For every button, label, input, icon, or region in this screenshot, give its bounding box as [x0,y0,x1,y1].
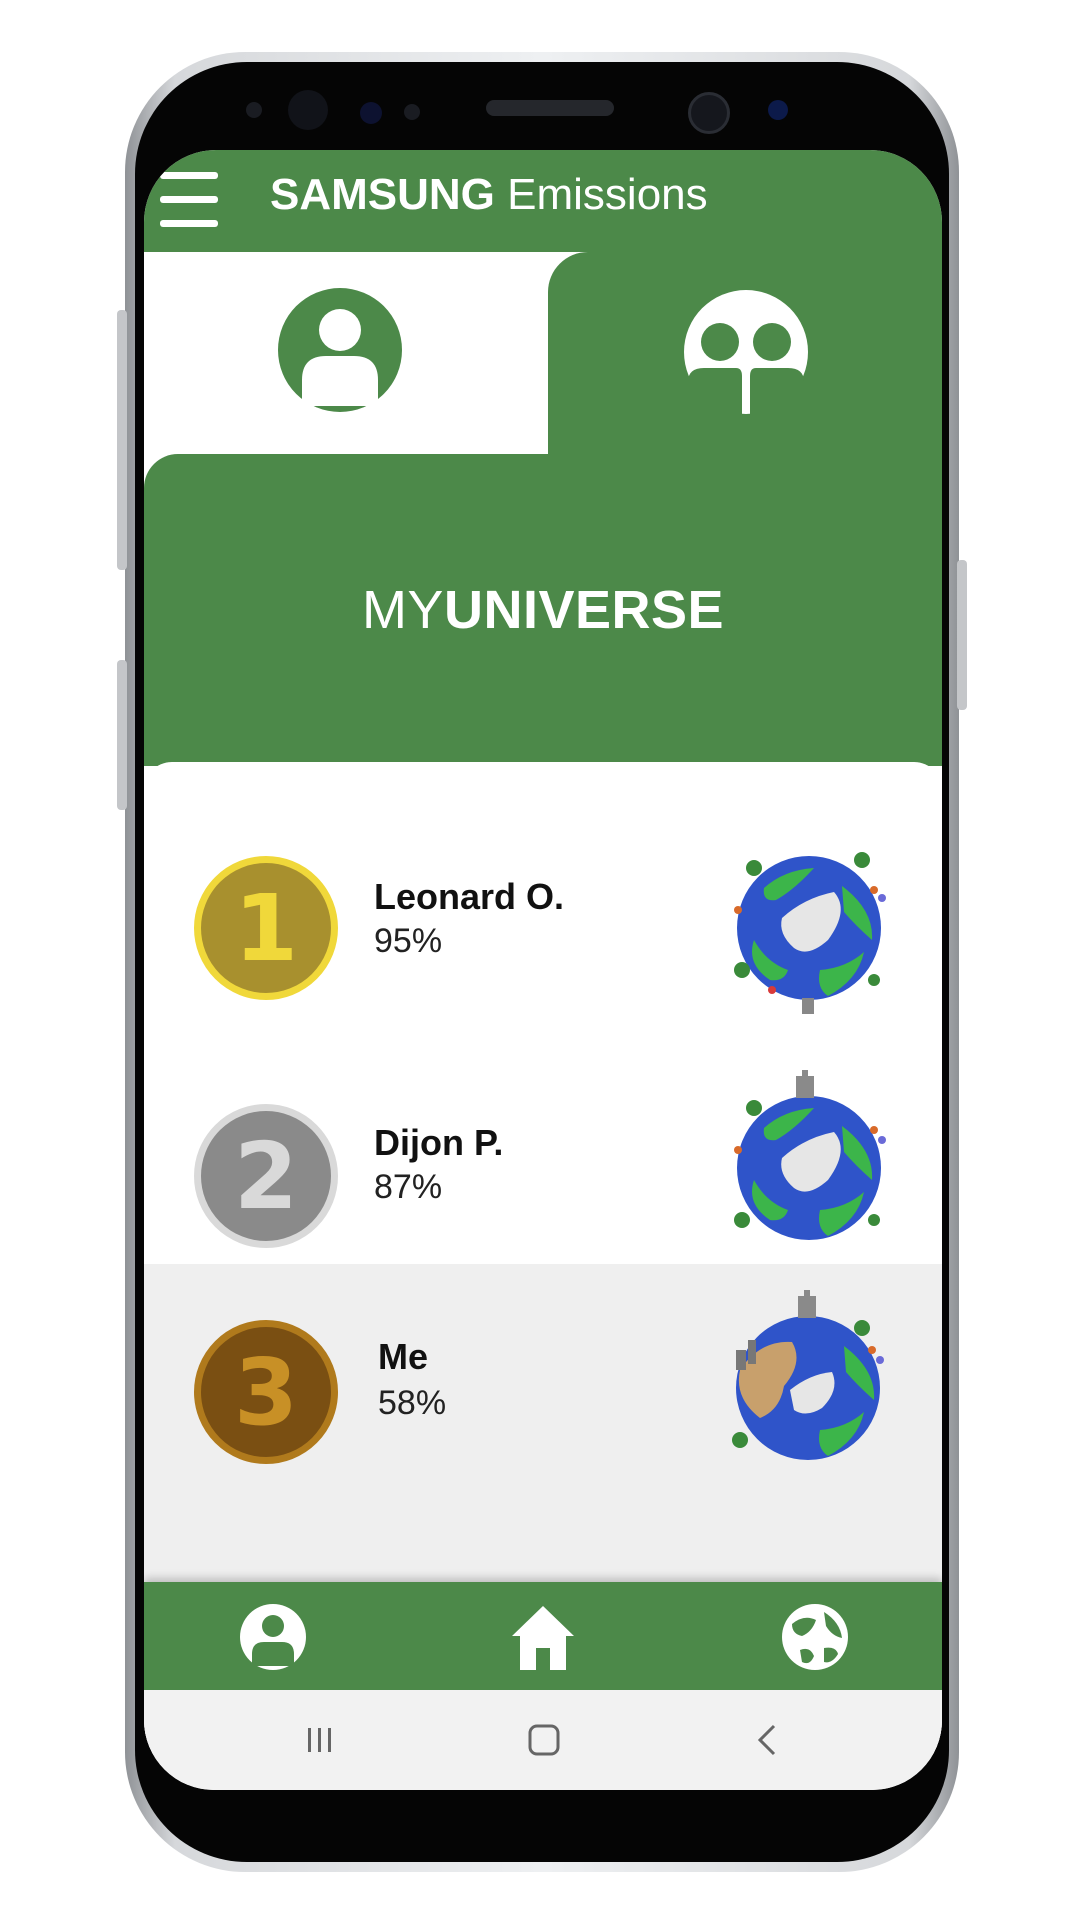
app-title: SAMSUNG Emissions [270,170,708,220]
banner-title-bold: UNIVERSE [443,580,725,640]
bronze-medal-icon: 3 [194,1320,338,1464]
player-score: 95% [374,922,443,960]
person-icon [278,288,402,412]
hamburger-menu-icon[interactable] [160,172,218,228]
player-name: Dijon P. [374,1122,504,1163]
brand-name: SAMSUNG [270,170,495,219]
polluted-planet-icon [732,1290,884,1460]
home-icon[interactable] [508,1602,578,1672]
gold-medal-icon: 1 [194,856,338,1000]
volume-down-button [117,660,127,810]
player-score: 58% [378,1384,447,1422]
app-header: SAMSUNG Emissions [144,150,942,252]
rank-number: 3 [233,1338,298,1446]
sensor-dot [246,102,262,118]
earpiece-speaker [486,100,614,116]
volume-up-button [117,310,127,570]
recents-icon[interactable] [300,1722,340,1758]
globe-icon[interactable] [780,1602,850,1672]
app-screen: SAMSUNG Emissions MY UNIVERSE 1 Leonard … [144,150,942,1790]
player-score: 87% [374,1168,443,1206]
tab-personal[interactable] [144,252,548,456]
rank-number: 2 [233,1122,298,1230]
power-button [957,560,967,710]
player-name: Leonard O. [374,876,565,917]
player-name: Me [378,1336,429,1377]
leaderboard-row-me[interactable]: 3 Me 58% [144,1264,942,1584]
app-name: Emissions [507,170,708,219]
profile-icon[interactable] [238,1602,308,1672]
rank-number: 1 [233,874,298,982]
front-camera [688,92,730,134]
bottom-nav [144,1582,942,1690]
sensor-dot [404,104,420,120]
planet-icon [734,1070,886,1240]
my-universe-banner: MY UNIVERSE [144,454,942,766]
banner-title: MY UNIVERSE [144,454,942,766]
group-icon [684,290,808,414]
banner-title-light: MY [361,580,444,640]
back-icon[interactable] [748,1722,788,1758]
sensor-dot [360,102,382,124]
home-button-icon[interactable] [524,1722,564,1758]
leaderboard-row[interactable]: 2 Dijon P. 87% [144,992,942,1264]
silver-medal-icon: 2 [194,1104,338,1248]
sensor-dot [768,100,788,120]
system-nav-bar [144,1690,942,1790]
iris-scanner [288,90,328,130]
tab-group[interactable] [548,252,942,456]
